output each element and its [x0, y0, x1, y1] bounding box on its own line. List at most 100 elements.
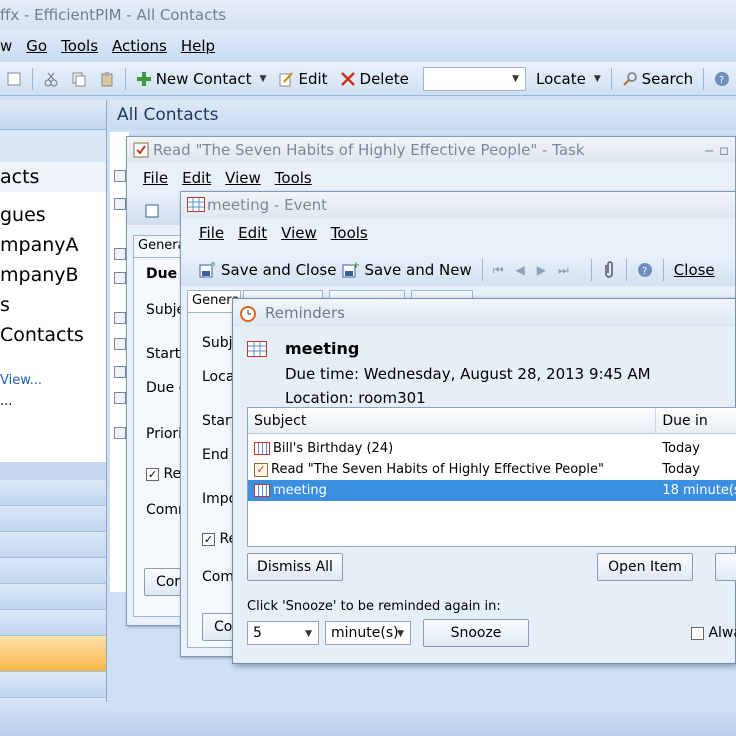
contact-row-icon[interactable] — [114, 248, 126, 260]
nav-band-4[interactable] — [0, 558, 106, 584]
status-bar — [0, 708, 736, 736]
new-contact-button[interactable]: New Contact ▼ — [130, 70, 273, 88]
delete-label: Delete — [359, 69, 409, 88]
task-window-title: Read "The Seven Habits of Highly Effecti… — [127, 137, 735, 163]
task-priority-label: Priori — [146, 426, 183, 442]
chevron-down-icon[interactable]: ▼ — [512, 74, 519, 84]
folder-item-company-b[interactable]: mpanyB — [0, 260, 106, 290]
chevron-down-icon[interactable]: ▼ — [397, 623, 404, 645]
reminder-row-selected[interactable]: meeting 18 minute(s) — [248, 480, 736, 501]
menu-view[interactable]: w — [0, 37, 12, 55]
folder-item-friends[interactable]: s — [0, 290, 106, 320]
open-item-button[interactable]: Open Item — [597, 553, 693, 581]
task-menu-file[interactable]: File — [143, 169, 168, 187]
task-menu-edit[interactable]: Edit — [182, 169, 211, 187]
nav-band-8[interactable] — [0, 672, 106, 698]
menu-actions[interactable]: Actions — [112, 37, 167, 55]
folder-item-other-contacts[interactable]: Contacts — [0, 320, 106, 350]
new-contact-label: New Contact — [155, 69, 252, 88]
menu-go[interactable]: Go — [26, 37, 47, 55]
toolbar-separator — [124, 67, 126, 90]
dismiss-button[interactable] — [715, 553, 736, 581]
event-menu-tools[interactable]: Tools — [331, 224, 368, 242]
cut-icon[interactable] — [37, 71, 65, 87]
snooze-unit-select[interactable]: minute(s) ▼ — [325, 621, 411, 645]
nav-more-dots: ... — [0, 396, 13, 409]
folder-item-colleagues[interactable]: gues — [0, 200, 106, 230]
toolbar-separator — [610, 67, 612, 90]
nav-band-3[interactable] — [0, 532, 106, 558]
locate-button[interactable]: Locate ▼ — [530, 70, 607, 88]
nav-band-2[interactable] — [0, 506, 106, 532]
copy-icon[interactable] — [65, 71, 93, 87]
nav-band-6[interactable] — [0, 610, 106, 636]
task-menu-view[interactable]: View — [225, 169, 261, 187]
contact-row-icon[interactable] — [114, 198, 126, 210]
checkbox-checked[interactable]: ✓ — [202, 532, 215, 546]
save-close-icon — [199, 262, 215, 278]
chevron-down-icon[interactable]: ▼ — [305, 623, 312, 645]
nav-splitter[interactable] — [0, 462, 106, 480]
checkbox-unchecked[interactable] — [691, 626, 704, 640]
save-and-close-button[interactable]: Save and Close — [199, 261, 336, 279]
help-icon[interactable]: ? — [708, 71, 736, 87]
calendar-icon — [254, 442, 270, 455]
folder-item-company-a[interactable]: mpanyA — [0, 230, 106, 260]
chevron-down-icon[interactable]: ▼ — [260, 74, 267, 84]
save-close-icon[interactable] — [145, 202, 161, 218]
checkbox-checked[interactable]: ✓ — [146, 467, 159, 481]
nav-band-contacts-active[interactable] — [0, 636, 106, 672]
event-menu-view[interactable]: View — [281, 224, 317, 242]
save-and-new-button[interactable]: Save and New — [342, 261, 472, 279]
plus-icon — [136, 71, 151, 86]
search-button[interactable]: Search — [616, 70, 700, 88]
task-due-header: Due — [146, 266, 178, 282]
always-on-top-checkbox[interactable]: Alwa — [691, 625, 736, 641]
snooze-button[interactable]: Snooze — [423, 619, 529, 647]
event-menu-file[interactable]: File — [199, 224, 224, 242]
close-button[interactable]: Close — [674, 261, 715, 279]
view-link[interactable]: View... — [0, 366, 106, 396]
calendar-icon — [187, 197, 205, 212]
minimize-icon[interactable]: ‒ ▫ — [705, 137, 729, 163]
toolbar-separator — [32, 67, 33, 90]
reminder-row[interactable]: Bill's Birthday (24) Today — [248, 438, 736, 459]
menu-help[interactable]: Help — [181, 37, 215, 55]
task-menu-tools[interactable]: Tools — [275, 169, 312, 187]
task-reminder-checkbox[interactable]: ✓ Re — [146, 466, 181, 482]
contact-row-icon[interactable] — [114, 427, 126, 439]
event-menu-edit[interactable]: Edit — [238, 224, 267, 242]
contact-row-icon[interactable] — [114, 338, 126, 350]
svg-text:?: ? — [642, 266, 647, 277]
paste-icon[interactable] — [93, 71, 121, 87]
reminder-row[interactable]: ✓ Read "The Seven Habits of Highly Effect… — [248, 459, 736, 480]
search-label: Search — [641, 69, 694, 88]
preview-icon[interactable] — [0, 71, 28, 87]
contact-row-icon[interactable] — [114, 392, 126, 404]
task-icon — [133, 142, 149, 158]
save-new-label: Save and New — [364, 261, 472, 279]
contact-row-icon[interactable] — [114, 170, 126, 182]
help-icon[interactable]: ? — [637, 262, 653, 278]
edit-button[interactable]: Edit — [272, 70, 333, 88]
contact-row-icon[interactable] — [114, 272, 126, 284]
column-header-due-in[interactable]: Due in — [656, 408, 736, 433]
locate-combo[interactable]: ▼ — [422, 66, 527, 91]
task-window-menu: File Edit View Tools — [127, 163, 735, 193]
reminder-due-time: Due time: Wednesday, August 28, 2013 9:4… — [285, 365, 651, 383]
main-menu-bar: w Go Tools Actions Help — [0, 30, 736, 62]
nav-band-1[interactable] — [0, 480, 106, 506]
snooze-value-select[interactable]: 5 ▼ — [247, 621, 319, 645]
contact-row-icon[interactable] — [114, 366, 126, 378]
contact-row-icon[interactable] — [114, 312, 126, 324]
menu-tools[interactable]: Tools — [61, 37, 98, 55]
folder-item-contacts[interactable]: acts — [0, 162, 106, 192]
nav-band-5[interactable] — [0, 584, 106, 610]
chevron-down-icon[interactable]: ▼ — [594, 74, 601, 84]
attach-icon[interactable] — [602, 261, 616, 279]
record-navigation-arrows[interactable]: ⏮◀▶⏭ — [493, 263, 581, 278]
delete-button[interactable]: Delete — [334, 70, 415, 88]
task-tab-general[interactable]: Genera — [133, 235, 183, 257]
column-header-subject[interactable]: Subject — [248, 408, 657, 433]
dismiss-all-button[interactable]: Dismiss All — [247, 553, 343, 581]
